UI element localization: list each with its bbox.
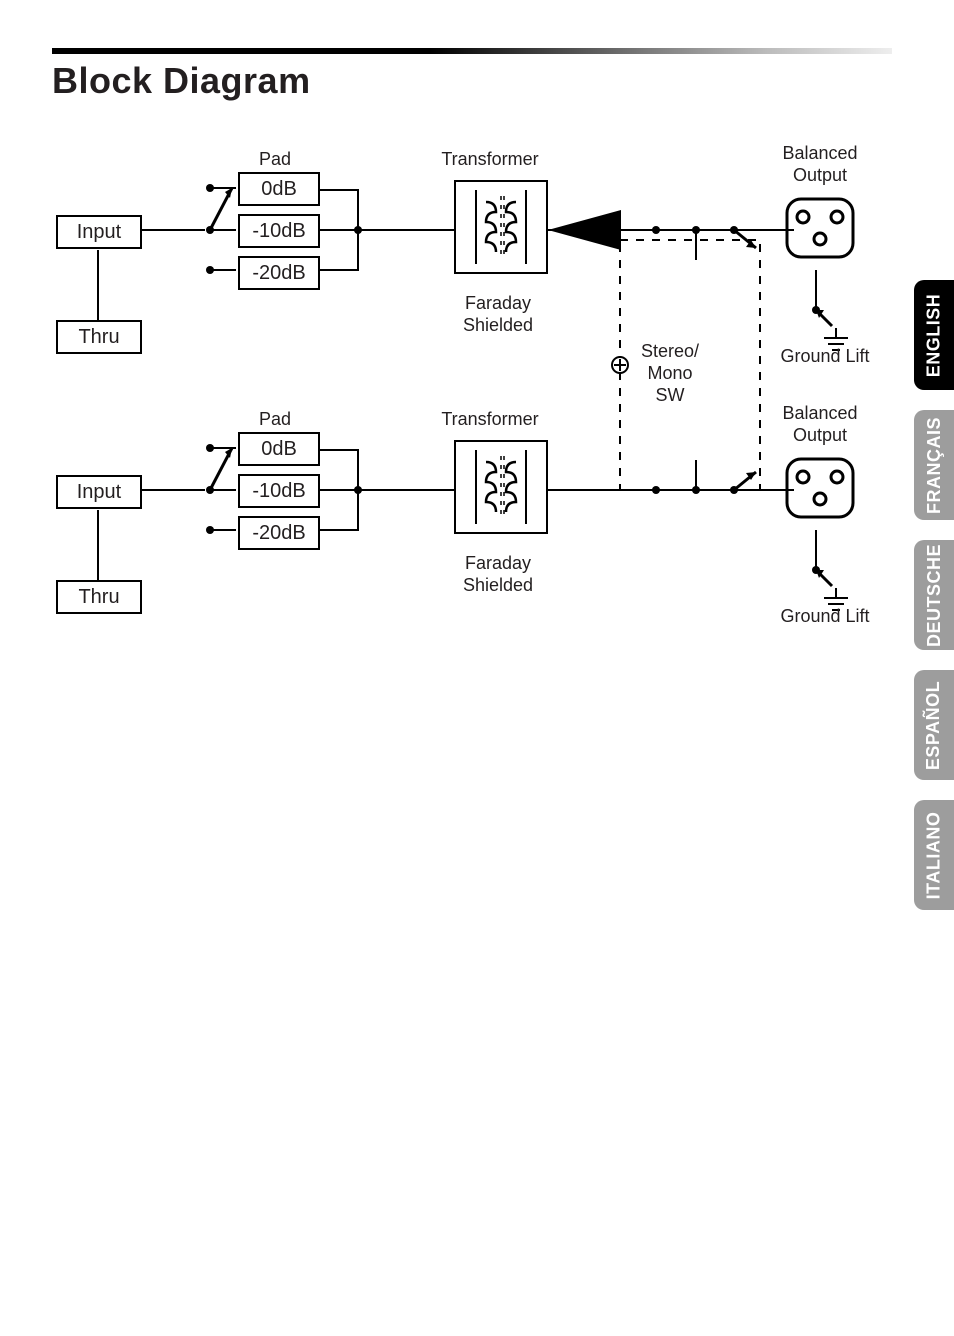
ch1-xfmr-box xyxy=(454,180,548,274)
ch2-shield-label: Faraday Shielded xyxy=(448,552,548,596)
ch2-output-label: Balanced Output xyxy=(770,402,870,446)
ch1-pad-to-xfmr xyxy=(318,180,468,300)
ch1-pad-0db: 0dB xyxy=(238,172,320,206)
ch2-xfmr-label: Transformer xyxy=(430,408,550,430)
ch1-pad-selector xyxy=(202,170,242,280)
ch1-pad-label: Pad xyxy=(245,148,305,170)
block-diagram: Input Thru Pad 0dB -10dB -20dB Transf xyxy=(50,130,890,670)
ch2-xlr-icon xyxy=(785,455,857,527)
ch1-xlr-icon xyxy=(785,195,857,267)
ch2-pad-to-xfmr xyxy=(318,440,468,560)
ch1-pad-20db: -20dB xyxy=(238,256,320,290)
lang-tab-francais[interactable]: FRANÇAIS xyxy=(914,410,954,520)
ch1-pad-10db: -10dB xyxy=(238,214,320,248)
ch2-pad-selector xyxy=(202,430,242,540)
ch1-xfmr-label: Transformer xyxy=(430,148,550,170)
lang-tab-italiano[interactable]: ITALIANO xyxy=(914,800,954,910)
ch2-ground-lift-label: Ground Lift xyxy=(770,605,880,627)
page-title: Block Diagram xyxy=(52,60,311,102)
ch1-output-label: Balanced Output xyxy=(770,142,870,186)
ch2-pad-10db: -10dB xyxy=(238,474,320,508)
ch1-shield-label: Faraday Shielded xyxy=(448,292,548,336)
lang-tab-english[interactable]: ENGLISH xyxy=(914,280,954,390)
ch2-pad-0db: 0dB xyxy=(238,432,320,466)
ch2-pad-label: Pad xyxy=(245,408,305,430)
ch2-pad-20db: -20dB xyxy=(238,516,320,550)
lang-tab-espanol[interactable]: ESPAÑOL xyxy=(914,670,954,780)
ch1-ground-lift-label: Ground Lift xyxy=(770,345,880,367)
header-rule xyxy=(52,48,892,54)
ch2-xfmr-box xyxy=(454,440,548,534)
lang-tab-deutsche[interactable]: DEUTSCHE xyxy=(914,540,954,650)
